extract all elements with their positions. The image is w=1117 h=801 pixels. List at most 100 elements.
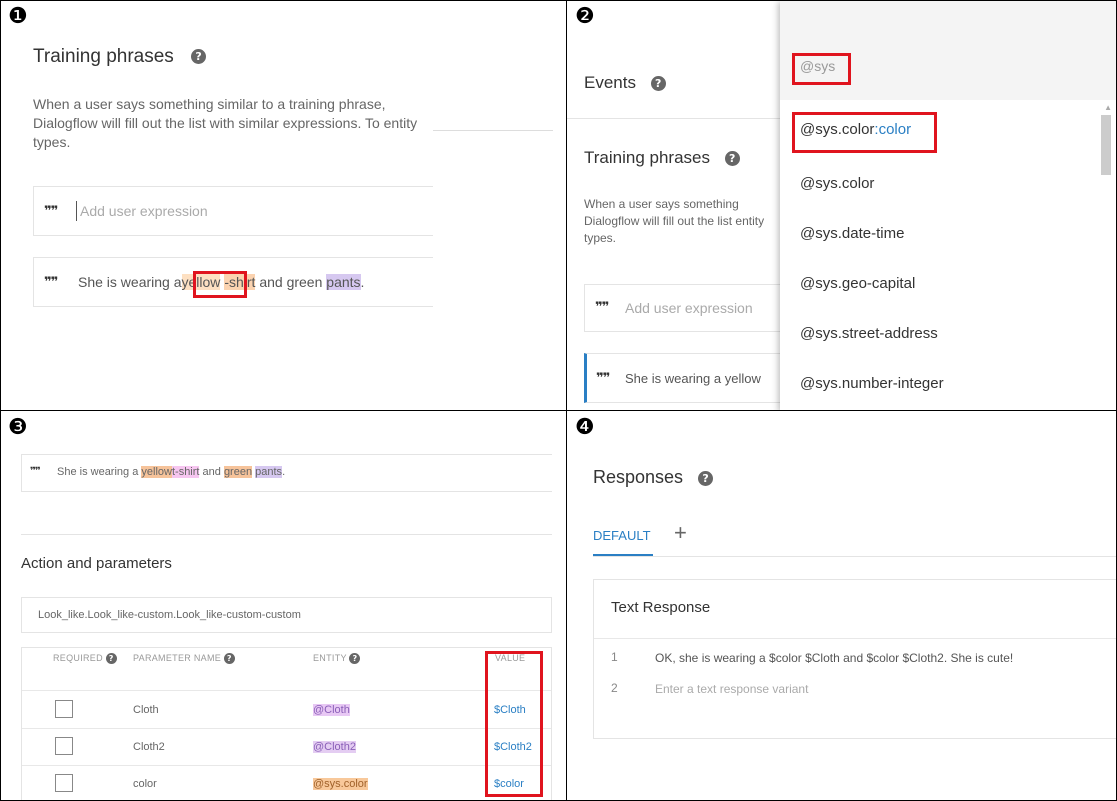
responses-title: Responses ? (593, 467, 714, 488)
training-phrase-row[interactable]: ❞❞ She is wearing a yellowt-shirt and gr… (21, 454, 552, 492)
row-divider (22, 690, 551, 691)
required-checkbox[interactable] (55, 737, 73, 755)
header-name-label: PARAMETER NAME (133, 653, 222, 663)
header-entity-label: ENTITY (313, 653, 347, 663)
highlight-box-option (792, 112, 937, 153)
highlight-box-value-column (485, 651, 543, 797)
highlight-box-yellow (193, 271, 247, 298)
parameter-name[interactable]: Cloth2 (133, 741, 165, 753)
help-icon[interactable]: ? (223, 653, 235, 665)
text-cursor (76, 201, 77, 221)
divider (21, 534, 552, 535)
help-icon[interactable]: ? (724, 151, 740, 167)
text-response-card: Text Response 1 OK, she is wearing a $co… (593, 579, 1117, 739)
help-icon[interactable]: ? (698, 470, 714, 486)
action-name-field[interactable]: Look_like.Look_like-custom.Look_like-cus… (21, 597, 552, 633)
responses-label: Responses (593, 467, 684, 487)
parameter-name[interactable]: color (133, 778, 157, 790)
training-phrase-text[interactable]: She is wearing a yellowt-shirt and green… (57, 466, 285, 478)
action-parameters-title: Action and parameters (21, 555, 172, 572)
parameter-entity[interactable]: @sys.color (313, 778, 368, 790)
training-phrase-text[interactable]: She is wearing a yellow (625, 371, 761, 386)
panel-training-phrases: ❶ Training phrases ? When a user says so… (0, 0, 566, 410)
header-required-label: REQUIRED (53, 653, 103, 663)
phrase-end: . (282, 466, 286, 478)
step-marker-2: ❷ (575, 4, 595, 29)
phrase-and: and (199, 466, 224, 478)
header-parameter-name: PARAMETER NAME ? (133, 653, 235, 665)
horizontal-separator (0, 410, 1117, 411)
response-index: 2 (611, 681, 618, 695)
events-label: Events (584, 73, 636, 92)
entity-green[interactable]: green (223, 466, 253, 478)
tabs-divider (593, 556, 1117, 557)
entity-search-area: @sys (780, 0, 1117, 100)
parameter-name[interactable]: Cloth (133, 704, 159, 716)
help-icon[interactable]: ? (349, 653, 361, 665)
entity-option-sys-street-address[interactable]: @sys.street-address (800, 325, 938, 342)
add-expression-row[interactable]: ❞❞ Add user expression (584, 284, 780, 332)
step-marker-3: ❸ (8, 415, 28, 440)
training-phrases-description: When a user says something Dialogflow wi… (584, 197, 765, 245)
entity-dropdown: @sys @sys.color:color @sys.color @sys.da… (780, 0, 1117, 410)
panel-responses: ❹ Responses ? DEFAULT + Text Response 1 … (567, 411, 1117, 801)
events-title: Events ? (584, 73, 666, 93)
help-icon[interactable]: ? (650, 76, 666, 92)
quote-icon: ❞❞ (44, 275, 58, 290)
entity-pants[interactable]: pants (255, 466, 283, 478)
step-marker-4: ❹ (575, 415, 595, 440)
add-tab-icon[interactable]: + (674, 520, 687, 546)
panel-entity-dropdown: ❷ Events ? Training phrases ? When a use… (567, 0, 1117, 410)
add-expression-input[interactable]: Add user expression (625, 300, 753, 316)
response-variant-input[interactable]: Enter a text response variant (655, 682, 808, 696)
parameter-entity[interactable]: @Cloth2 (313, 741, 356, 753)
quote-icon: ❞❞ (30, 466, 41, 477)
phrase-prefix: She is wearing a (57, 466, 142, 478)
entity-option-sys-number-integer[interactable]: @sys.number-integer (800, 375, 944, 392)
required-checkbox[interactable] (55, 774, 73, 792)
divider (567, 118, 780, 119)
panel-action-parameters: ❸ ❞❞ She is wearing a yellowt-shirt and … (0, 411, 566, 801)
training-phrase-row-active[interactable]: ❞❞ She is wearing a yellow (584, 353, 780, 403)
parameters-table (21, 647, 552, 801)
entity-pants[interactable]: pants (326, 274, 361, 290)
entity-option-sys-color[interactable]: @sys.color (800, 175, 874, 192)
screenshot-grid: ❶ Training phrases ? When a user says so… (0, 0, 1117, 801)
row-divider (22, 765, 551, 766)
phrase-prefix: She is wearing a (78, 274, 182, 290)
training-phrases-label: Training phrases (33, 46, 174, 67)
header-required: REQUIRED ? (53, 653, 117, 665)
training-phrases-description: When a user says something similar to a … (33, 96, 418, 150)
help-icon[interactable]: ? (105, 653, 117, 665)
entity-option-sys-geo-capital[interactable]: @sys.geo-capital (800, 275, 915, 292)
phrase-mid: and green (255, 274, 327, 290)
row-divider (22, 728, 551, 729)
quote-icon: ❞❞ (595, 300, 609, 315)
parameter-entity[interactable]: @Cloth (313, 704, 350, 716)
scroll-up-icon[interactable]: ▲ (1104, 103, 1112, 112)
entity-yellow[interactable]: yellow (141, 466, 172, 478)
help-icon[interactable]: ? (191, 49, 207, 65)
header-entity: ENTITY ? (313, 653, 361, 665)
dropdown-scrollbar[interactable] (1101, 115, 1111, 175)
training-phrases-title: Training phrases ? (584, 148, 740, 168)
vertical-separator (566, 0, 567, 801)
add-expression-row[interactable]: ❞❞ Add user expression (33, 186, 433, 236)
tab-default[interactable]: DEFAULT (593, 528, 651, 543)
training-phrases-title: Training phrases ? (33, 46, 207, 68)
divider (433, 130, 553, 131)
response-index: 1 (611, 650, 618, 664)
quote-icon: ❞❞ (44, 204, 58, 219)
step-marker-1: ❶ (8, 4, 28, 29)
phrase-end: . (360, 274, 365, 290)
training-phrases-label: Training phrases (584, 148, 710, 167)
entity-option-sys-date-time[interactable]: @sys.date-time (800, 225, 904, 242)
card-divider (594, 638, 1117, 639)
text-response-title: Text Response (611, 599, 711, 616)
required-checkbox[interactable] (55, 700, 73, 718)
quote-icon: ❞❞ (596, 371, 610, 386)
response-text[interactable]: OK, she is wearing a $color $Cloth and $… (655, 651, 1013, 665)
entity-tshirt[interactable]: t-shirt (171, 466, 200, 478)
add-expression-input[interactable]: Add user expression (80, 203, 208, 219)
action-name-value[interactable]: Look_like.Look_like-custom.Look_like-cus… (38, 609, 301, 621)
